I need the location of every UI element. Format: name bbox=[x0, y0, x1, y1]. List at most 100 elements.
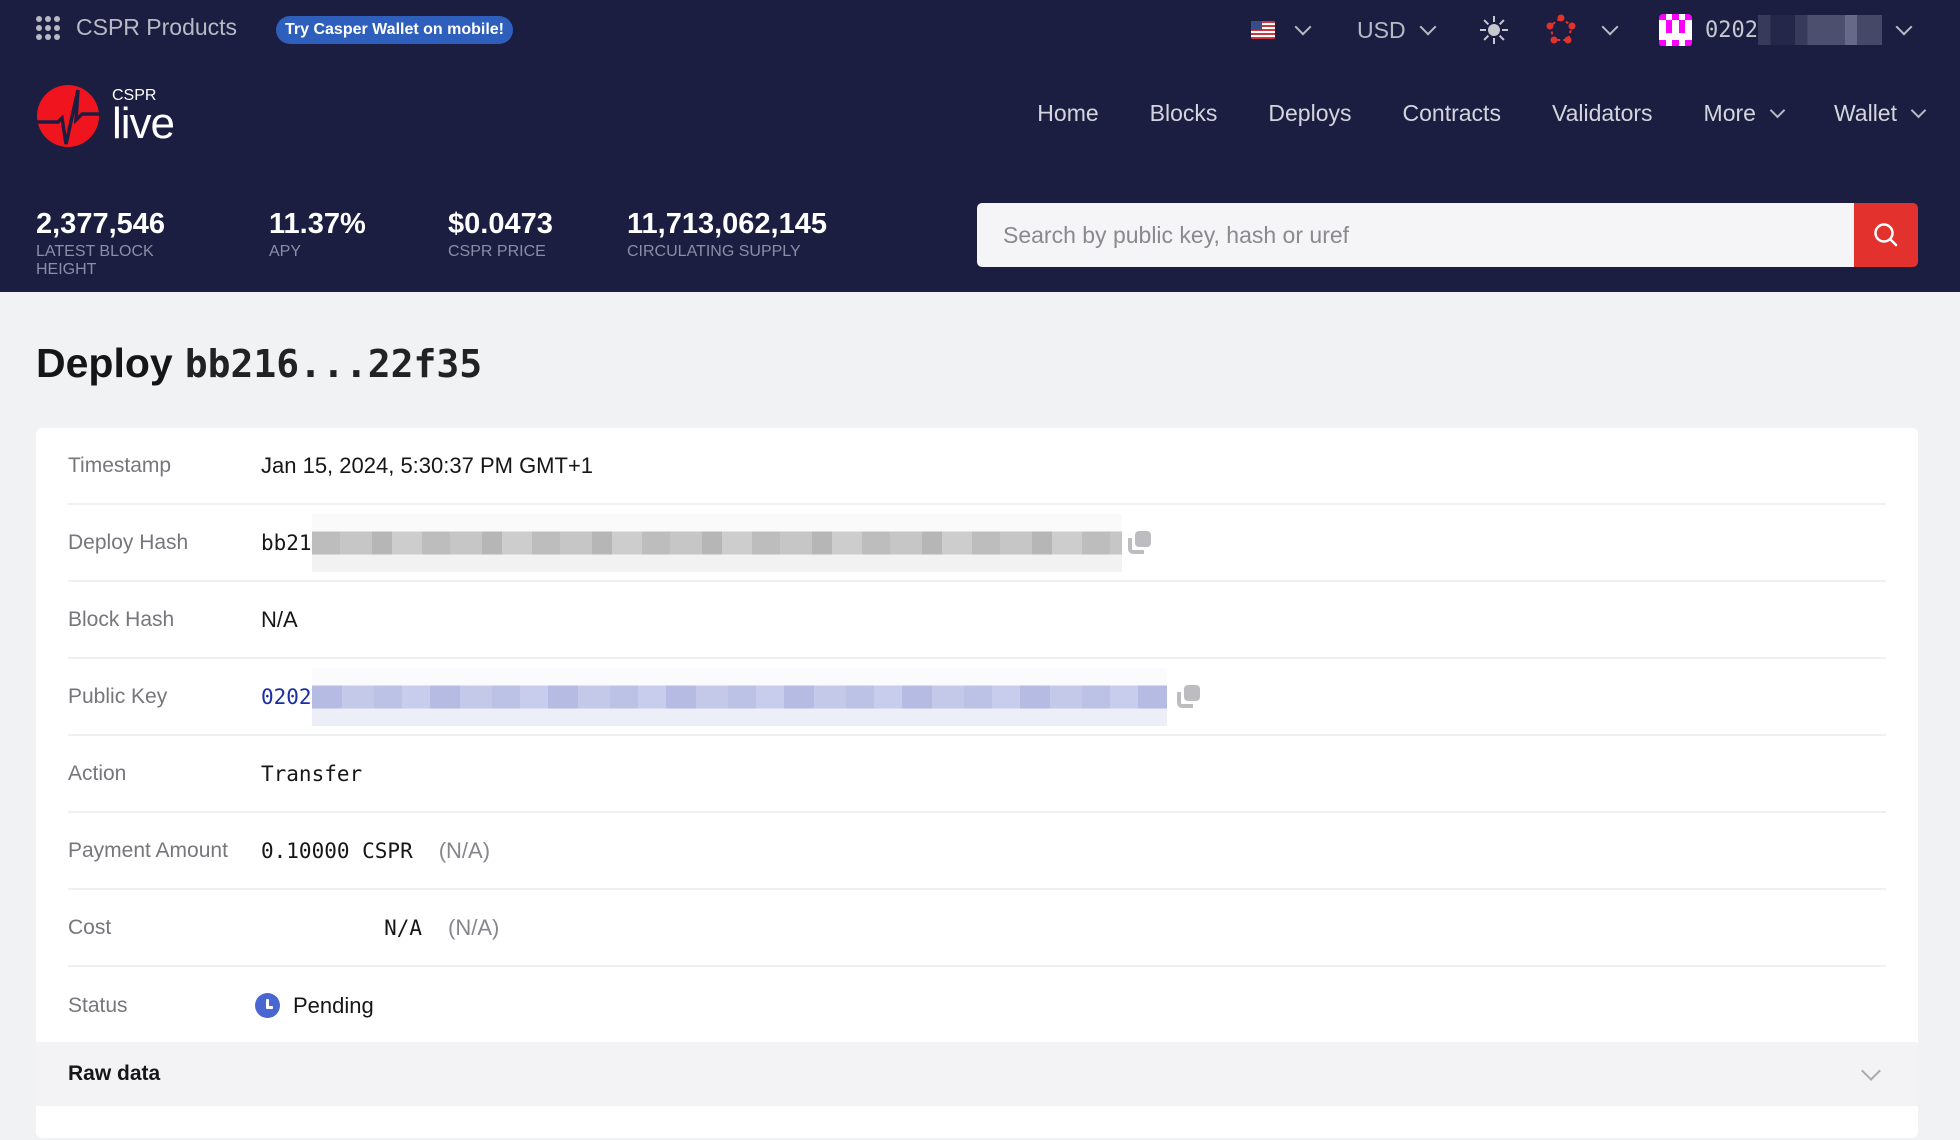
detail-row-cost: Cost N/A (N/A) bbox=[68, 890, 1886, 967]
stat-label: APY bbox=[269, 243, 302, 260]
public-key-value[interactable]: 0202 bbox=[261, 667, 1201, 726]
nav-deploys-label: Deploys bbox=[1268, 100, 1352, 126]
detail-row-deploy-hash: Deploy Hash bb21 bbox=[68, 505, 1886, 582]
detail-label: Payment Amount bbox=[68, 838, 228, 862]
nav-wallet[interactable]: Wallet bbox=[1833, 100, 1927, 127]
detail-row-payment-amount: Payment Amount 0.10000 CSPR (N/A) bbox=[68, 813, 1886, 890]
logo-icon bbox=[37, 85, 99, 147]
nav-more[interactable]: More bbox=[1703, 100, 1786, 127]
cost-cspr: N/A bbox=[384, 915, 422, 940]
public-key-redacted bbox=[311, 667, 1167, 726]
stat-value: $0.0473 bbox=[448, 208, 553, 240]
status-value: Pending bbox=[255, 993, 374, 1019]
nav-contracts[interactable]: Contracts bbox=[1403, 100, 1501, 127]
search-input[interactable] bbox=[977, 203, 1854, 267]
sun-icon bbox=[1480, 16, 1508, 44]
status-text: Pending bbox=[293, 992, 374, 1018]
detail-row-status: Status Pending bbox=[68, 967, 1886, 1044]
cost-fiat: (N/A) bbox=[448, 914, 500, 940]
chevron-down-icon bbox=[1895, 18, 1913, 36]
detail-row-timestamp: Timestamp Jan 15, 2024, 5:30:37 PM GMT+1 bbox=[68, 428, 1886, 505]
chevron-down-icon bbox=[1294, 18, 1312, 36]
cspr-products-label: CSPR Products bbox=[76, 14, 238, 40]
account-menu[interactable]: 0202 bbox=[1659, 0, 1913, 60]
cost-value: N/A (N/A) bbox=[261, 915, 499, 941]
nav-home-label: Home bbox=[1037, 100, 1099, 126]
block-hash-value: N/A bbox=[261, 606, 298, 632]
page-title-hash: bb216...22f35 bbox=[184, 342, 483, 386]
detail-label: Action bbox=[68, 761, 127, 785]
chevron-down-icon bbox=[1419, 18, 1437, 36]
chevron-down-icon bbox=[1601, 18, 1619, 36]
detail-row-block-hash: Block Hash N/A bbox=[68, 582, 1886, 659]
nav-more-label: More bbox=[1703, 100, 1756, 126]
payment-amount-value: 0.10000 CSPR (N/A) bbox=[261, 838, 490, 864]
theme-toggle[interactable] bbox=[1480, 0, 1508, 60]
stat-label: CSPR Price bbox=[448, 243, 546, 260]
logo-text-big: live bbox=[112, 99, 175, 148]
detail-label: Public Key bbox=[68, 684, 168, 708]
currency-label: USD bbox=[1357, 16, 1406, 43]
nav-blocks[interactable]: Blocks bbox=[1150, 100, 1218, 127]
detail-label: Status bbox=[68, 993, 128, 1017]
cspr-products-menu[interactable]: CSPR Products bbox=[36, 14, 237, 41]
language-selector[interactable] bbox=[1251, 0, 1312, 60]
main-nav: Home Blocks Deploys Contracts Validators… bbox=[986, 100, 1927, 127]
stat-value: 11,713,062,145 bbox=[627, 208, 827, 240]
nav-home[interactable]: Home bbox=[1037, 100, 1098, 127]
detail-label: Deploy Hash bbox=[68, 530, 189, 554]
stat-label: Circulating Supply bbox=[627, 243, 801, 260]
promo-badge[interactable]: Try Casper Wallet on mobile! bbox=[276, 16, 514, 44]
copy-icon[interactable] bbox=[1127, 530, 1152, 555]
account-key-redacted bbox=[1757, 15, 1882, 45]
detail-label: Block Hash bbox=[68, 607, 175, 631]
top-bar: CSPR Products Try Casper Wallet on mobil… bbox=[0, 0, 1960, 60]
us-flag-icon bbox=[1251, 21, 1275, 39]
nav-validators-label: Validators bbox=[1551, 100, 1653, 126]
page-title: Deploy bb216...22f35 bbox=[36, 340, 482, 387]
currency-selector[interactable]: USD bbox=[1357, 0, 1437, 60]
payment-amount-cspr: 0.10000 CSPR bbox=[261, 838, 413, 863]
deploy-hash-prefix: bb21 bbox=[261, 530, 312, 555]
chevron-down-icon bbox=[1769, 102, 1786, 119]
nav-blocks-label: Blocks bbox=[1149, 100, 1218, 126]
network-stats: 2,377,546 Latest Block Height 11.37% APY… bbox=[36, 207, 879, 279]
stat-cspr-price: $0.0473 CSPR Price bbox=[448, 207, 575, 279]
search-icon bbox=[1874, 223, 1898, 247]
cspr-live-logo[interactable]: CSPR live bbox=[36, 84, 175, 148]
clock-icon bbox=[255, 993, 280, 1018]
stat-apy: 11.37% APY bbox=[269, 207, 396, 279]
action-value: Transfer bbox=[261, 761, 363, 786]
search-button[interactable] bbox=[1854, 203, 1918, 267]
stat-label: Latest Block Height bbox=[36, 243, 154, 278]
copy-icon[interactable] bbox=[1176, 684, 1201, 709]
stat-value: 11.37% bbox=[269, 208, 366, 240]
timestamp-value: Jan 15, 2024, 5:30:37 PM GMT+1 bbox=[261, 452, 594, 478]
deploy-details-card: Timestamp Jan 15, 2024, 5:30:37 PM GMT+1… bbox=[36, 428, 1918, 1138]
nav-contracts-label: Contracts bbox=[1402, 100, 1501, 126]
raw-data-label: Raw data bbox=[68, 1062, 161, 1085]
stat-block-height: 2,377,546 Latest Block Height bbox=[36, 207, 217, 279]
detail-row-action: Action Transfer bbox=[68, 736, 1886, 813]
search-bar bbox=[977, 203, 1918, 267]
stat-value: 2,377,546 bbox=[36, 208, 166, 240]
raw-data-toggle[interactable]: Raw data bbox=[36, 1042, 1918, 1106]
account-key-prefix: 0202 bbox=[1705, 17, 1758, 43]
nav-deploys[interactable]: Deploys bbox=[1268, 100, 1351, 127]
nav-validators[interactable]: Validators bbox=[1552, 100, 1653, 127]
account-avatar bbox=[1659, 13, 1692, 47]
nav-wallet-label: Wallet bbox=[1833, 100, 1897, 126]
payment-amount-fiat: (N/A) bbox=[438, 837, 491, 863]
public-key-link[interactable]: 0202 bbox=[261, 685, 312, 709]
header: CSPR Products Try Casper Wallet on mobil… bbox=[0, 0, 1960, 292]
detail-label: Timestamp bbox=[68, 453, 172, 477]
detail-label: Cost bbox=[68, 915, 112, 939]
stat-circulating-supply: 11,713,062,145 Circulating Supply bbox=[627, 207, 827, 279]
network-selector[interactable] bbox=[1544, 0, 1619, 60]
chevron-down-icon bbox=[1861, 1061, 1881, 1081]
deploy-hash-value: bb21 bbox=[261, 513, 1152, 572]
detail-row-public-key: Public Key 0202 bbox=[68, 659, 1886, 736]
chevron-down-icon bbox=[1910, 102, 1927, 119]
casper-network-icon bbox=[1546, 14, 1576, 44]
page-title-label: Deploy bbox=[36, 340, 173, 386]
